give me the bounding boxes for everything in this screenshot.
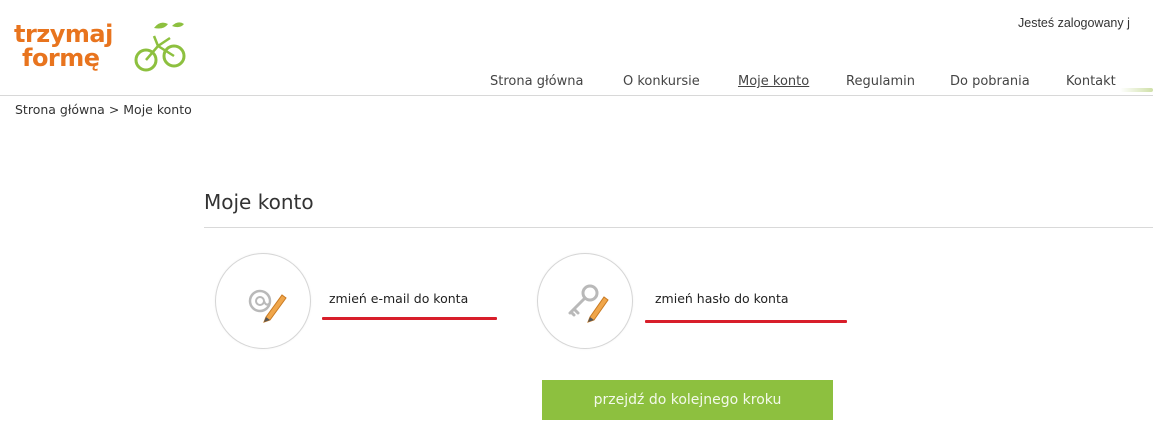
breadcrumb: Strona główna > Moje konto bbox=[15, 102, 192, 117]
next-step-button[interactable]: przejdź do kolejnego kroku bbox=[542, 380, 833, 420]
email-edit-icon bbox=[248, 289, 287, 323]
breadcrumb-home[interactable]: Strona główna bbox=[15, 102, 105, 117]
nav-item-contact[interactable]: Kontakt bbox=[1066, 74, 1116, 89]
nav-item-my-account[interactable]: Moje konto bbox=[738, 74, 809, 89]
change-email-label[interactable]: zmień e-mail do konta bbox=[329, 291, 468, 306]
nav-item-home[interactable]: Strona główna bbox=[490, 74, 583, 89]
change-password-option[interactable]: zmień hasło do konta bbox=[537, 253, 847, 349]
title-divider bbox=[204, 227, 1153, 228]
site-logo[interactable]: trzymaj formę bbox=[14, 18, 194, 80]
change-email-highlight bbox=[322, 317, 497, 320]
change-email-option[interactable]: zmień e-mail do konta bbox=[215, 253, 500, 349]
main-nav: Strona główna O konkursie Moje konto Reg… bbox=[0, 74, 1153, 96]
page: trzymaj formę Jesteś zalogowany j Strona… bbox=[0, 0, 1153, 435]
nav-item-downloads[interactable]: Do pobrania bbox=[950, 74, 1030, 89]
change-password-circle[interactable] bbox=[537, 253, 633, 349]
breadcrumb-current: Moje konto bbox=[123, 102, 192, 117]
bicycle-icon bbox=[134, 22, 186, 72]
change-password-label[interactable]: zmień hasło do konta bbox=[655, 291, 789, 306]
breadcrumb-separator: > bbox=[104, 102, 124, 117]
key-edit-icon bbox=[568, 284, 609, 323]
logo-text-line2: formę bbox=[22, 44, 100, 72]
page-title: Moje konto bbox=[204, 190, 314, 214]
nav-item-about[interactable]: O konkursie bbox=[623, 74, 700, 89]
nav-item-rules[interactable]: Regulamin bbox=[846, 74, 915, 89]
change-email-circle[interactable] bbox=[215, 253, 311, 349]
nav-decoration bbox=[1120, 88, 1153, 92]
logged-in-status: Jesteś zalogowany j bbox=[1018, 16, 1130, 30]
nav-divider bbox=[0, 95, 1153, 96]
change-password-highlight bbox=[645, 320, 847, 323]
